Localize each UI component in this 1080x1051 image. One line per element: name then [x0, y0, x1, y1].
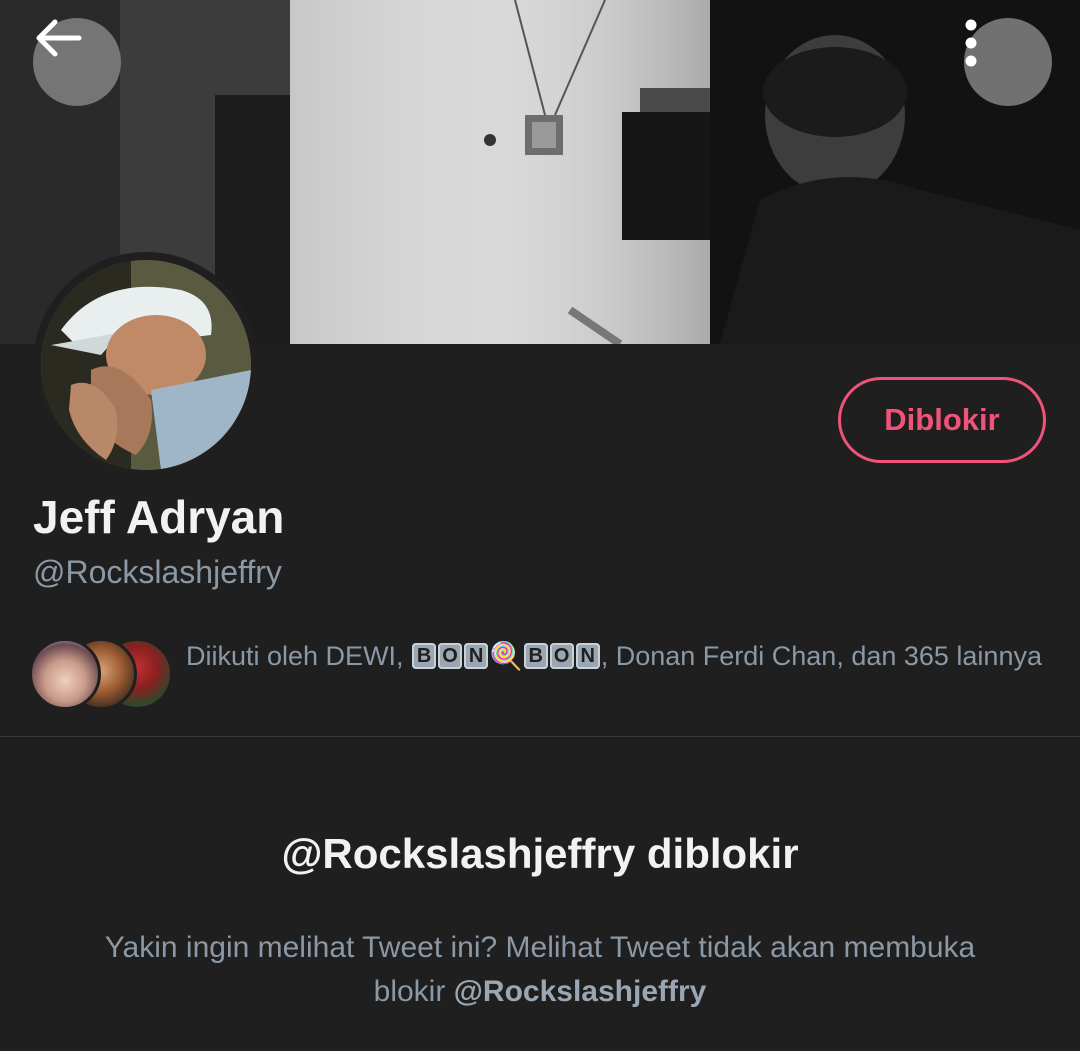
keycap-letter: O [549, 643, 574, 669]
blocked-notice-description: Yakin ingin melihat Tweet ini? Melihat T… [90, 926, 990, 1014]
blocked-notice-handle: @Rockslashjeffry [453, 975, 707, 1008]
keycap-letter: B [412, 643, 437, 669]
profile-avatar[interactable] [33, 252, 259, 478]
followers-avatar-stack[interactable] [29, 638, 173, 710]
more-vertical-icon [965, 19, 977, 67]
divider [0, 736, 1080, 737]
profile-page: Diblokir Jeff Adryan @Rockslashjeffry Di… [0, 0, 1080, 1051]
blocked-notice-title: @Rockslashjeffry diblokir [281, 830, 799, 877]
arrow-left-icon [36, 19, 82, 57]
keycap-letter: N [575, 643, 600, 669]
display-name: Jeff Adryan [33, 491, 285, 543]
keycap-letter: N [464, 643, 489, 669]
lollipop-emoji: 🍭 [489, 641, 523, 671]
avatar-photo [41, 260, 251, 470]
keycap-letter: O [438, 643, 463, 669]
more-options-button[interactable] [964, 18, 1052, 106]
keycap-letter: B [523, 643, 548, 669]
followed-by-suffix: , Donan Ferdi Chan, dan 365 lainnya [600, 641, 1042, 671]
followed-by-prefix: Diikuti oleh DEWI, [186, 641, 412, 671]
back-button[interactable] [33, 18, 121, 106]
followed-by-text[interactable]: Diikuti oleh DEWI, B O N 🍭 B O N, Donan Ferdi … [186, 636, 1046, 676]
username-handle: @Rockslashjeffry [33, 554, 282, 590]
blocked-button[interactable]: Diblokir [838, 377, 1046, 463]
avatar [29, 638, 101, 710]
